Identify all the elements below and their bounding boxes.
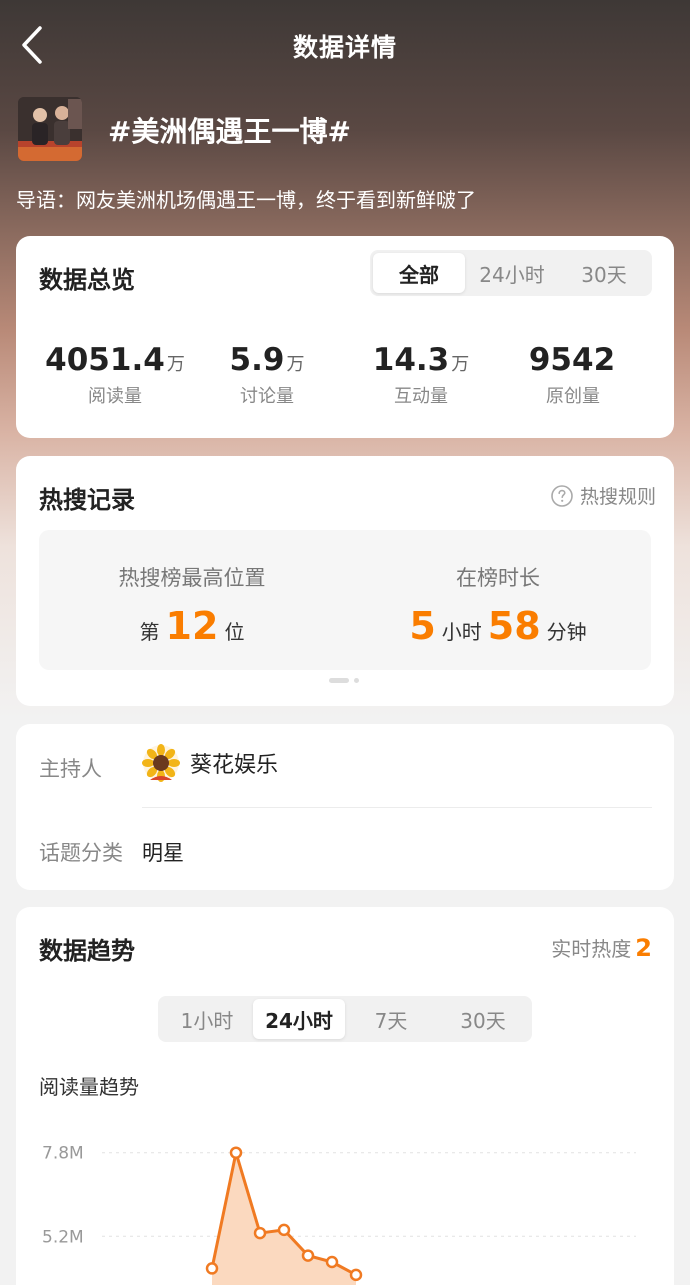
hot-search-summary: 热搜榜最高位置 第 12 位 在榜时长 5 小时 58 分钟 [39,530,651,670]
question-circle-icon [551,484,573,507]
info-divider [142,807,652,808]
rank-value: 12 [165,604,219,648]
trend-card: 数据趋势 实时热度 2 1小时 24小时 7天 30天 阅读量趋势 7.8M 5.2… [16,907,674,1285]
topic-photo-image [18,97,82,161]
duration-hours-unit: 小时 [441,620,482,644]
tab-30d[interactable]: 30天 [559,253,649,293]
hot-search-rules-label: 热搜规则 [579,486,656,508]
page-title: 数据详情 [292,33,397,62]
chart-data-point[interactable] [205,1262,219,1275]
stat-originals-label: 原创量 [546,386,600,407]
stat-originals-value: 9542 [528,342,616,378]
chart-title: 阅读量趋势 [39,1075,139,1099]
tab-1h[interactable]: 1小时 [161,999,253,1039]
host-name: 葵花娱乐 [190,753,279,778]
stat-discussions-label: 讨论量 [240,386,294,407]
stat-reads-value: 4051.4 [45,342,165,378]
trend-title: 数据趋势 [39,937,135,965]
overview-card: 数据总览 全部 24小时 30天 4051.4 万 阅读量 5.9 万 讨论量 14… [16,236,674,438]
chart-data-point[interactable] [301,1249,315,1262]
host-label: 主持人 [39,757,102,781]
chart-data-point[interactable] [277,1223,291,1237]
rank-suffix: 位 [224,620,245,644]
duration-minutes: 58 [487,604,541,648]
tab-7d[interactable]: 7天 [345,999,437,1039]
y-tick-label: 7.8M [42,1144,84,1164]
overview-title: 数据总览 [39,266,135,294]
read-trend-chart: 7.8M 5.2M [42,1144,636,1285]
hot-search-card: 热搜记录 热搜规则 热搜榜最高位置 第 12 位 在榜时长 5 小时 58 分钟 [16,456,674,706]
stat-discussions-value: 5.9 [229,342,285,378]
realtime-heat-label: 实时热度 [551,937,632,961]
highest-rank-label: 热搜榜最高位置 [118,566,266,590]
topic-thumbnail [18,97,82,161]
realtime-heat-value: 2 [635,934,652,962]
stat-originals: 9542 原创量 [498,342,648,408]
chart-data-point[interactable] [253,1226,267,1240]
stat-reads-unit: 万 [166,354,185,375]
stat-discussions: 5.9 万 讨论量 [192,342,342,408]
topic-info-card: 主持人 葵花娱乐 话题分类 明星 [16,724,674,890]
stat-reads: 4051.4 万 阅读量 [40,342,190,408]
duration-hours: 5 [409,604,436,648]
rank-prefix: 第 [139,620,160,644]
tab-trend-30d[interactable]: 30天 [437,999,529,1039]
tab-all[interactable]: 全部 [373,253,465,293]
page-indicator-active [329,678,349,683]
duration-minutes-unit: 分钟 [546,620,587,644]
stat-reads-label: 阅读量 [88,386,142,407]
hot-search-rules-link[interactable]: 热搜规则 [550,482,656,509]
chart-data-point[interactable] [325,1255,339,1269]
stat-interactions-unit: 万 [451,354,470,375]
page-indicator-dot [354,678,359,683]
overview-range-tabs: 全部 24小时 30天 [370,250,652,296]
duration-label: 在榜时长 [456,566,540,590]
chart-data-point[interactable] [229,1146,243,1159]
tab-24h[interactable]: 24小时 [465,253,559,293]
stat-interactions-label: 互动量 [394,386,448,407]
chart-data-point[interactable] [349,1268,363,1282]
highest-rank-block: 热搜榜最高位置 第 12 位 [39,562,345,648]
category-value: 明星 [142,841,184,865]
stat-interactions: 14.3 万 互动量 [346,342,496,408]
y-tick-label: 5.2M [42,1227,84,1247]
duration-block: 在榜时长 5 小时 58 分钟 [345,562,651,648]
topic-title: #美洲偶遇王一博# [108,115,351,148]
stat-discussions-unit: 万 [286,354,305,375]
topic-intro: 导语：网友美洲机场偶遇王一博，终于看到新鲜啵了 [16,188,476,212]
host-profile[interactable]: 葵花娱乐 [142,744,278,782]
stat-interactions-value: 14.3 [372,342,450,378]
nav-bar: 数据详情 [0,0,690,92]
tab-trend-24h[interactable]: 24小时 [253,999,345,1039]
category-label: 话题分类 [39,841,123,865]
sunflower-avatar-icon [142,744,180,782]
trend-range-tabs: 1小时 24小时 7天 30天 [158,996,532,1042]
realtime-heat: 实时热度 2 [551,933,652,962]
hot-search-title: 热搜记录 [39,486,135,514]
